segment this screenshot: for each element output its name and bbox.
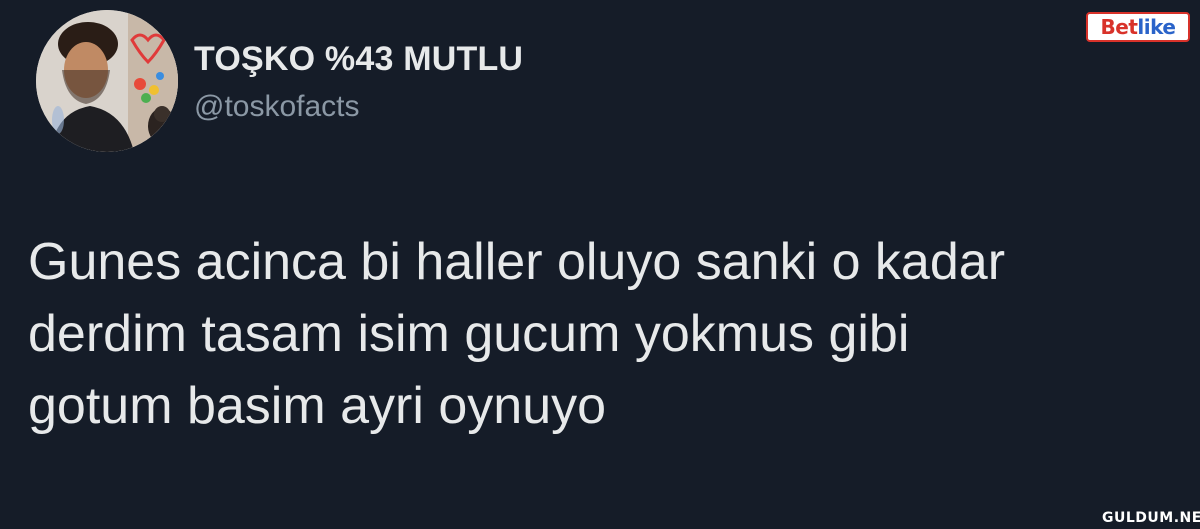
- tweet-text: Gunes acinca bi haller oluyo sanki o kad…: [28, 233, 1006, 435]
- tweet-screenshot: TOŞKO %43 MUTLU @toskofacts Gunes acinca…: [0, 0, 1200, 529]
- brand-logo-part2: like: [1137, 15, 1176, 39]
- site-watermark: GULDUM.NET: [1102, 510, 1200, 526]
- profile-photo-icon: [36, 10, 178, 152]
- display-name[interactable]: TOŞKO %43 MUTLU: [194, 40, 523, 79]
- user-handle[interactable]: @toskofacts: [194, 90, 360, 124]
- avatar[interactable]: [36, 10, 178, 152]
- brand-logo-part1: Bet: [1100, 15, 1138, 39]
- brand-logo: Bet like: [1086, 12, 1190, 42]
